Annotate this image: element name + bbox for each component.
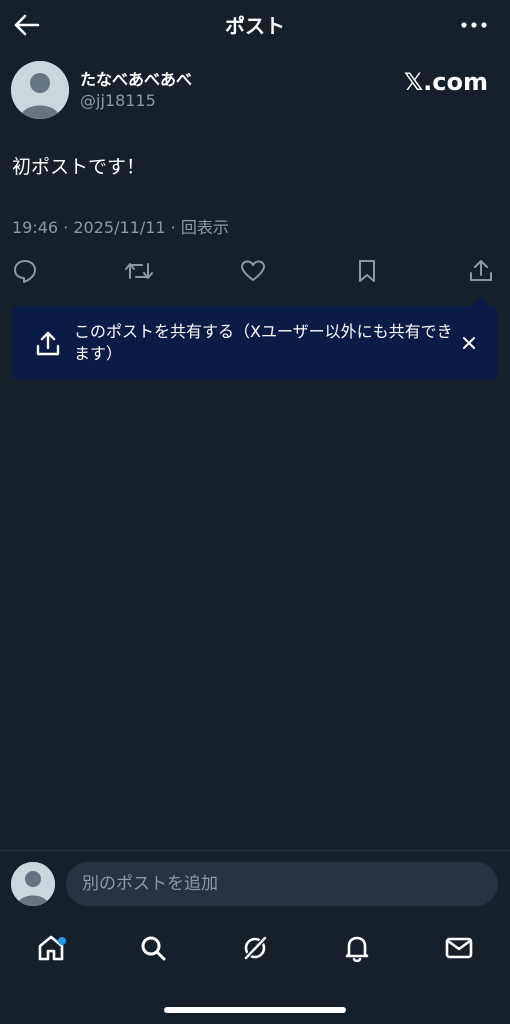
tooltip-text: このポストを共有する（Xユーザー以外にも共有できます） [74, 322, 453, 363]
bookmark-icon[interactable] [352, 256, 382, 286]
share-icon [34, 330, 62, 358]
author-avatar[interactable] [11, 61, 69, 119]
notifications-icon[interactable] [337, 928, 377, 968]
home-indicator [164, 1007, 346, 1013]
top-bar: ポスト [0, 0, 510, 50]
like-icon[interactable] [238, 256, 268, 286]
more-options-icon[interactable] [456, 8, 492, 42]
author-handle[interactable]: @jj18115 [80, 91, 156, 110]
messages-icon[interactable] [439, 928, 479, 968]
post-text: 初ポストです！ [12, 156, 146, 178]
grok-icon[interactable] [235, 928, 275, 968]
xcom-logo: 𝕏.com [403, 68, 488, 96]
home-icon[interactable] [31, 928, 71, 968]
page-title: ポスト [225, 14, 285, 38]
share-icon[interactable] [466, 256, 496, 286]
reply-bar [0, 850, 510, 918]
share-tooltip[interactable]: このポストを共有する（Xユーザー以外にも共有できます） [12, 297, 498, 380]
post-actions [0, 252, 510, 288]
tooltip-caret [472, 297, 490, 306]
notification-dot [58, 937, 66, 945]
user-avatar[interactable] [11, 862, 55, 906]
close-icon[interactable] [458, 332, 480, 354]
author-name[interactable]: たなべあべあべ [80, 66, 192, 90]
reply-icon[interactable] [10, 256, 40, 286]
post-meta: 19:46 · 2025/11/11 · 回表示 [12, 218, 229, 237]
search-icon[interactable] [133, 928, 173, 968]
repost-icon[interactable] [124, 256, 154, 286]
reply-input[interactable] [66, 862, 498, 906]
bottom-tab-bar [0, 918, 510, 982]
